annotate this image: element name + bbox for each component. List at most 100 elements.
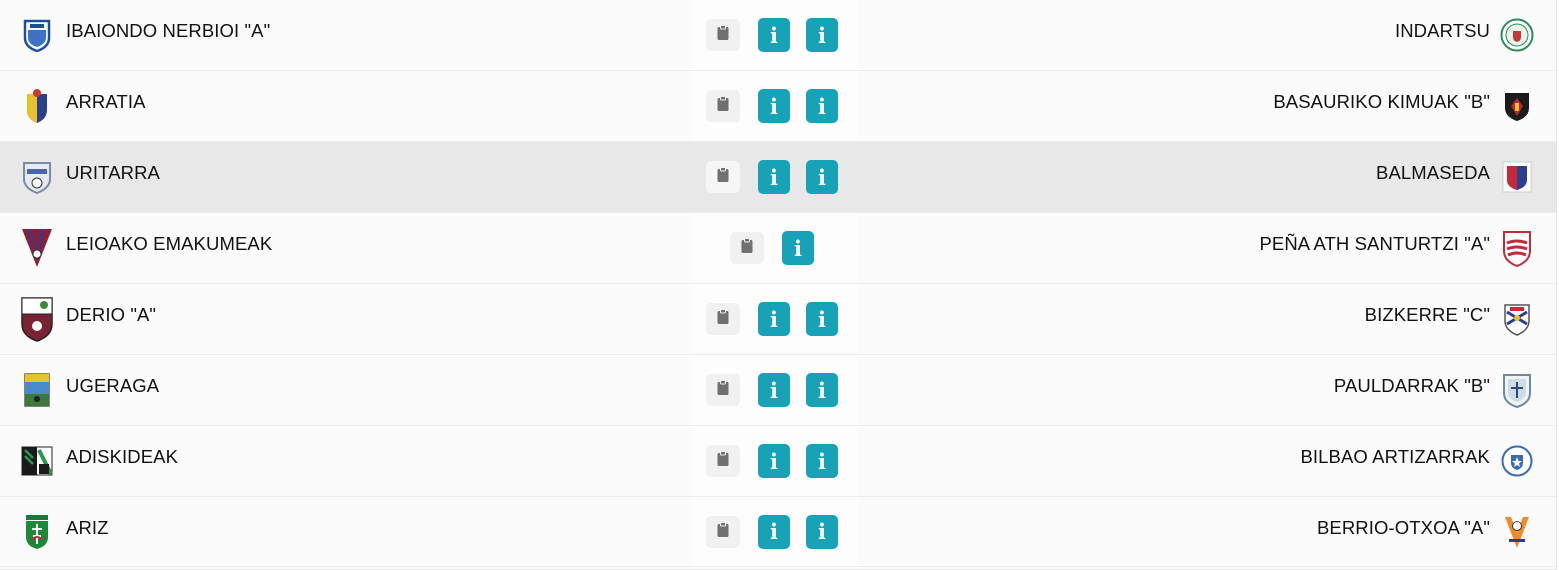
home-info-button[interactable]: i bbox=[758, 373, 790, 407]
home-info-button[interactable]: i bbox=[758, 514, 790, 549]
report-button[interactable] bbox=[706, 161, 740, 193]
away-team-name: BILBAO ARTIZARRAK bbox=[1300, 446, 1490, 467]
home-info-button[interactable]: i bbox=[758, 89, 790, 123]
info-icon: i bbox=[818, 22, 826, 48]
home-crest-icon bbox=[20, 443, 54, 479]
away-info-button[interactable]: i bbox=[806, 302, 838, 336]
away-crest-icon bbox=[1500, 230, 1534, 267]
away-team[interactable]: BERRIO-OTXOA "A" bbox=[1317, 497, 1534, 566]
report-button[interactable] bbox=[706, 303, 740, 335]
home-crest-icon bbox=[20, 297, 54, 342]
info-icon: i bbox=[794, 235, 802, 261]
away-team[interactable]: BILBAO ARTIZARRAK bbox=[1300, 426, 1534, 496]
home-team[interactable]: ARRATIA bbox=[20, 71, 146, 141]
match-row: URITARRA i i BALMASEDA bbox=[0, 142, 1556, 213]
info-icon: i bbox=[770, 22, 778, 48]
home-info-button[interactable]: i bbox=[758, 18, 790, 52]
info-icon: i bbox=[770, 519, 778, 544]
away-info-button[interactable]: i bbox=[806, 444, 838, 478]
away-team[interactable]: BALMASEDA bbox=[1376, 142, 1534, 212]
home-team[interactable]: ARIZ bbox=[20, 497, 109, 566]
clipboard-icon bbox=[717, 380, 729, 400]
info-icon: i bbox=[770, 377, 778, 403]
info-icon: i bbox=[818, 93, 826, 119]
away-team[interactable]: INDARTSU bbox=[1395, 0, 1534, 70]
clipboard-icon bbox=[717, 167, 729, 187]
info-icon: i bbox=[770, 306, 778, 332]
report-button[interactable] bbox=[706, 515, 740, 548]
home-team[interactable]: LEIOAKO EMAKUMEAK bbox=[20, 213, 272, 283]
home-info-button[interactable]: i bbox=[758, 160, 790, 194]
away-team[interactable]: PEÑA ATH SANTURTZI "A" bbox=[1259, 213, 1534, 283]
away-team[interactable]: BIZKERRE "C" bbox=[1365, 284, 1534, 354]
match-row: ARIZ i i BERRIO-OTXOA "A" bbox=[0, 497, 1556, 567]
away-team[interactable]: PAULDARRAK "B" bbox=[1334, 355, 1534, 425]
clipboard-icon bbox=[717, 309, 729, 329]
info-icon: i bbox=[818, 448, 826, 474]
home-team[interactable]: IBAIONDO NERBIOI "A" bbox=[20, 0, 270, 70]
home-team[interactable]: ADISKIDEAK bbox=[20, 426, 178, 496]
info-icon: i bbox=[818, 164, 826, 190]
clipboard-icon bbox=[717, 451, 729, 471]
away-team[interactable]: BASAURIKO KIMUAK "B" bbox=[1273, 71, 1534, 141]
away-team-name: PAULDARRAK "B" bbox=[1333, 375, 1490, 396]
home-crest-icon bbox=[20, 229, 54, 267]
home-team-name: ARIZ bbox=[66, 516, 109, 538]
info-icon: i bbox=[818, 377, 826, 403]
away-crest-icon bbox=[1500, 88, 1534, 124]
away-team-name: BASAURIKO KIMUAK "B" bbox=[1273, 91, 1490, 112]
home-team-name: LEIOAKO EMAKUMEAK bbox=[66, 233, 273, 254]
report-button[interactable] bbox=[730, 232, 764, 264]
away-crest-icon bbox=[1500, 372, 1534, 408]
info-icon: i bbox=[818, 519, 826, 544]
info-icon: i bbox=[770, 164, 778, 190]
away-crest-icon bbox=[1500, 301, 1534, 337]
info-button[interactable]: i bbox=[782, 231, 814, 265]
away-info-button[interactable]: i bbox=[806, 18, 838, 52]
home-team-name: ADISKIDEAK bbox=[66, 446, 179, 467]
home-crest-icon bbox=[20, 372, 54, 408]
match-row: UGERAGA i i PAULDARRAK "B" bbox=[0, 355, 1556, 426]
home-team-name: IBAIONDO NERBIOI "A" bbox=[66, 20, 271, 41]
info-icon: i bbox=[770, 93, 778, 119]
home-team-name: URITARRA bbox=[66, 162, 160, 183]
home-crest-icon bbox=[20, 514, 54, 550]
match-row: IBAIONDO NERBIOI "A" i i INDARTSU bbox=[0, 0, 1556, 71]
away-crest-icon bbox=[1500, 17, 1534, 53]
match-row: LEIOAKO EMAKUMEAK i PEÑA ATH SANTURTZI "… bbox=[0, 213, 1556, 284]
report-button[interactable] bbox=[706, 90, 740, 122]
clipboard-icon bbox=[717, 521, 729, 542]
away-team-name: BERRIO-OTXOA "A" bbox=[1316, 516, 1490, 538]
away-team-name: INDARTSU bbox=[1394, 20, 1490, 41]
away-team-name: PEÑA ATH SANTURTZI "A" bbox=[1259, 233, 1490, 254]
home-team-name: ARRATIA bbox=[66, 91, 146, 112]
away-info-button[interactable]: i bbox=[806, 514, 838, 549]
home-team-name: DERIO "A" bbox=[66, 304, 157, 325]
away-info-button[interactable]: i bbox=[806, 160, 838, 194]
info-icon: i bbox=[818, 306, 826, 332]
home-crest-icon bbox=[20, 159, 54, 195]
home-info-button[interactable]: i bbox=[758, 444, 790, 478]
info-icon: i bbox=[770, 448, 778, 474]
home-team[interactable]: DERIO "A" bbox=[20, 284, 156, 354]
clipboard-icon bbox=[717, 96, 729, 116]
home-info-button[interactable]: i bbox=[758, 302, 790, 336]
report-button[interactable] bbox=[706, 19, 740, 51]
match-row: DERIO "A" i i BIZKERRE "C" bbox=[0, 284, 1556, 355]
home-crest-icon bbox=[20, 17, 54, 53]
match-row: ADISKIDEAK i i BILBAO ARTIZARRAK bbox=[0, 426, 1556, 497]
home-team-name: UGERAGA bbox=[66, 375, 160, 396]
away-team-name: BIZKERRE "C" bbox=[1364, 304, 1490, 325]
away-crest-icon bbox=[1500, 443, 1534, 479]
clipboard-icon bbox=[741, 238, 753, 258]
away-info-button[interactable]: i bbox=[806, 373, 838, 407]
home-crest-icon bbox=[20, 88, 54, 124]
match-row: ARRATIA i i BASAURIKO KIMUAK "B" bbox=[0, 71, 1556, 142]
away-info-button[interactable]: i bbox=[806, 89, 838, 123]
home-team[interactable]: URITARRA bbox=[20, 142, 160, 212]
home-team[interactable]: UGERAGA bbox=[20, 355, 159, 425]
away-crest-icon bbox=[1500, 514, 1534, 550]
report-button[interactable] bbox=[706, 445, 740, 477]
away-team-name: BALMASEDA bbox=[1376, 162, 1490, 183]
report-button[interactable] bbox=[706, 374, 740, 406]
